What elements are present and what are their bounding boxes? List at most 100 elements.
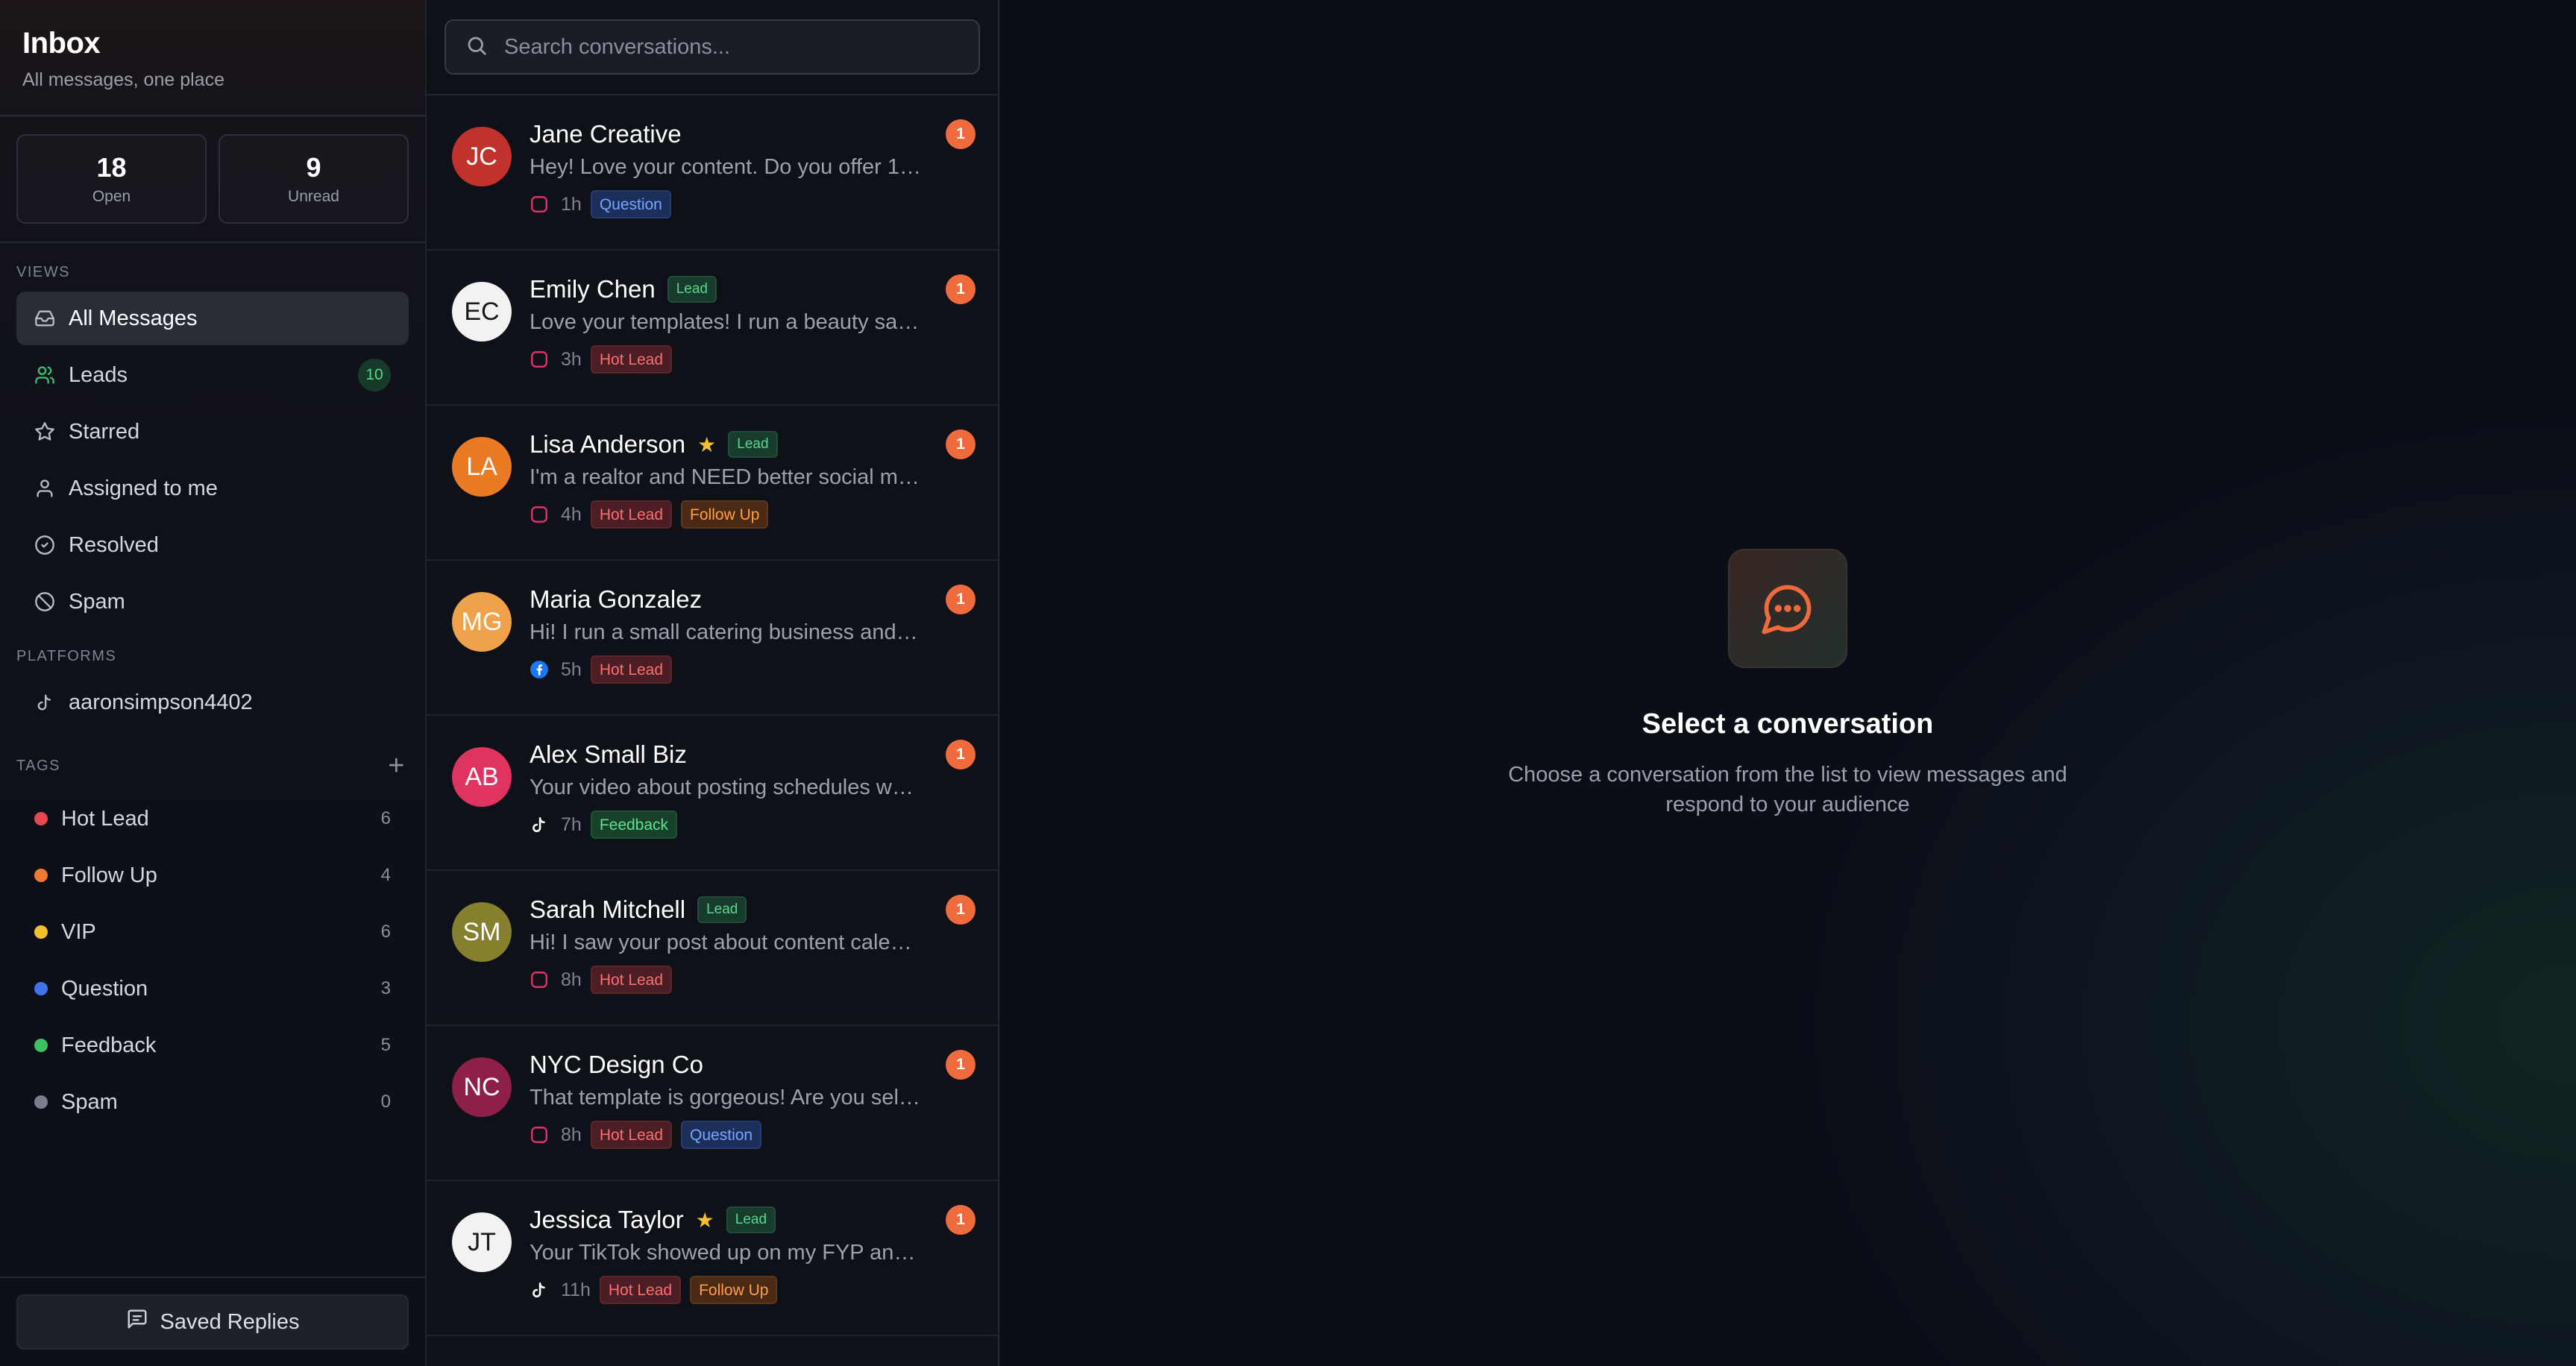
instagram-icon [530, 195, 549, 214]
meta-row: 8h Hot Lead [530, 966, 976, 994]
star-icon [34, 421, 55, 442]
tag-chip: Hot Lead [590, 1121, 673, 1149]
lead-badge: Lead [726, 1206, 776, 1233]
unread-badge: 1 [946, 429, 976, 459]
search-input[interactable] [504, 34, 959, 60]
contact-name: Emily Chen [530, 275, 656, 303]
avatar: SM [452, 902, 512, 962]
conversation-row[interactable]: EC Emily Chen Lead Love your templates! I r… [427, 251, 998, 406]
conversation-body: Jessica Taylor ★ Lead Your TikTok showed up… [530, 1203, 976, 1335]
stat-label: Open [92, 188, 131, 205]
conversation-body: Alex Small Biz Your video about posting s… [530, 738, 976, 869]
platforms-nav: aaronsimpson4402 [0, 665, 425, 729]
conversation-row[interactable]: MG Maria Gonzalez Hi! I run a small cateri… [427, 561, 998, 716]
message-preview: Love your templates! I run a beauty salo… [530, 310, 922, 334]
check-circle-icon [34, 535, 55, 555]
tag-item-spam[interactable]: Spam 0 [16, 1074, 409, 1130]
users-icon [34, 365, 55, 385]
nav-item-starred[interactable]: Starred [16, 405, 409, 459]
tag-item-hot-lead[interactable]: Hot Lead 6 [16, 790, 409, 847]
tag-color-dot [34, 1039, 48, 1052]
conversation-body: NYC Design Co That template is gorgeous! … [530, 1048, 976, 1180]
name-row: Alex Small Biz [530, 738, 976, 771]
conversation-row[interactable]: JT Jessica Taylor ★ Lead Your TikTok showed … [427, 1181, 998, 1336]
search-icon [465, 34, 488, 60]
unread-badge: 1 [946, 585, 976, 614]
tag-label: VIP [61, 919, 96, 944]
tag-item-follow-up[interactable]: Follow Up 4 [16, 847, 409, 904]
conversation-row[interactable]: NC NYC Design Co That template is gorgeous… [427, 1026, 998, 1181]
tag-count: 5 [380, 1035, 391, 1055]
search-bar [427, 0, 998, 95]
contact-name: NYC Design Co [530, 1051, 703, 1078]
nav-label: Leads [69, 362, 128, 387]
instagram-icon [530, 1125, 549, 1145]
app: Inbox All messages, one place 18 Open 9 … [0, 0, 2576, 1366]
conversation-row[interactable]: AB Alex Small Biz Your video about posting… [427, 716, 998, 871]
contact-name: Lisa Anderson [530, 430, 686, 458]
tag-chip: Hot Lead [590, 655, 673, 684]
nav-item-leads[interactable]: Leads 10 [16, 348, 409, 402]
contact-name: Jessica Taylor [530, 1206, 684, 1233]
nav-item-spam[interactable]: Spam [16, 575, 409, 629]
ban-icon [34, 591, 55, 612]
tag-item-question[interactable]: Question 3 [16, 960, 409, 1017]
nav-item-resolved[interactable]: Resolved [16, 518, 409, 572]
tag-item-vip[interactable]: VIP 6 [16, 904, 409, 960]
timestamp: 1h [561, 193, 582, 215]
stat-unread: 9 Unread [219, 134, 409, 224]
stats: 18 Open 9 Unread [0, 116, 425, 243]
add-tag-icon[interactable]: + [388, 752, 406, 780]
message-square-icon [126, 1308, 148, 1336]
conversation-body: Emily Chen Lead Love your templates! I run… [530, 273, 976, 404]
conversation-body: Maria Gonzalez Hi! I run a small catering… [530, 583, 976, 714]
stat-open: 18 Open [16, 134, 207, 224]
empty-state: Select a conversation Choose a conversat… [999, 549, 2576, 819]
instagram-icon [530, 505, 549, 524]
saved-replies-button[interactable]: Saved Replies [16, 1294, 409, 1350]
message-preview: Hey! Love your content. Do you offer 1-o… [530, 155, 922, 179]
tags-label: Tags [16, 757, 60, 774]
tag-chip: Feedback [590, 811, 678, 839]
unread-badge: 1 [946, 119, 976, 149]
name-row: Lisa Anderson ★ Lead [530, 428, 976, 461]
tags-header: Tags + [0, 752, 425, 780]
lead-badge: Lead [667, 276, 717, 303]
timestamp: 3h [561, 348, 582, 370]
nav-item-all-messages[interactable]: All Messages [16, 292, 409, 345]
star-icon: ★ [697, 432, 717, 456]
platforms-label: Platforms [16, 648, 117, 664]
name-row: Sarah Mitchell Lead [530, 893, 976, 926]
conversation-body: Lisa Anderson ★ Lead I'm a realtor and NEED… [530, 428, 976, 559]
conversation-items: JC Jane Creative Hey! Love your content. D… [427, 95, 998, 1336]
avatar: MG [452, 592, 512, 652]
conversation-row[interactable]: SM Sarah Mitchell Lead Hi! I saw your post … [427, 871, 998, 1026]
tag-chip: Hot Lead [590, 500, 673, 529]
timestamp: 8h [561, 969, 582, 990]
stat-value: 9 [306, 152, 321, 183]
message-preview: That template is gorgeous! Are you selli… [530, 1086, 922, 1110]
tag-label: Follow Up [61, 863, 157, 887]
tag-item-feedback[interactable]: Feedback 5 [16, 1017, 409, 1074]
tag-chip: Question [681, 1121, 762, 1149]
platform-item-tiktok[interactable]: aaronsimpson4402 [16, 676, 409, 729]
name-row: Jessica Taylor ★ Lead [530, 1203, 976, 1236]
conversation-row[interactable]: LA Lisa Anderson ★ Lead I'm a realtor and NE… [427, 406, 998, 561]
message-preview: I'm a realtor and NEED better social med… [530, 465, 922, 489]
conversation-list: JC Jane Creative Hey! Love your content. D… [427, 0, 999, 1366]
name-row: Jane Creative [530, 118, 976, 151]
unread-badge: 1 [946, 1050, 976, 1080]
nav-item-assigned[interactable]: Assigned to me [16, 462, 409, 515]
unread-badge: 1 [946, 274, 976, 304]
star-icon: ★ [695, 1208, 714, 1232]
name-row: Maria Gonzalez [530, 583, 976, 616]
tag-count: 0 [380, 1092, 391, 1112]
tag-label: Question [61, 976, 148, 1001]
nav-label: All Messages [69, 306, 198, 330]
message-preview: Your TikTok showed up on my FYP and I ne… [530, 1241, 922, 1265]
name-row: Emily Chen Lead [530, 273, 976, 306]
conversation-row[interactable]: JC Jane Creative Hey! Love your content. D… [427, 95, 998, 251]
instagram-icon [530, 970, 549, 989]
message-preview: Hi! I run a small catering business and … [530, 620, 922, 644]
facebook-icon [530, 660, 549, 679]
